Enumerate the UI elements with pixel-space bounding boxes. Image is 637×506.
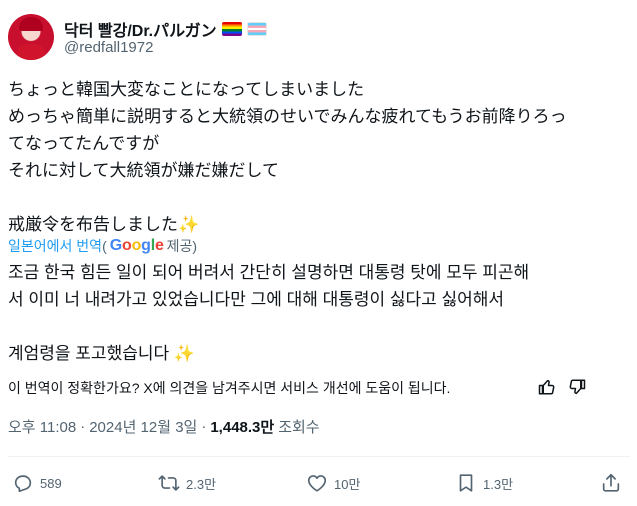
meta-separator: · [80, 418, 86, 435]
avatar[interactable] [8, 14, 54, 60]
bookmark-button[interactable]: 1.3만 [455, 468, 513, 498]
views-count[interactable]: 1,448.3만 [210, 416, 274, 437]
thumbs-down-icon[interactable] [566, 376, 588, 398]
views-label: 조회수 [278, 419, 320, 436]
repost-count: 2.3만 [186, 476, 217, 492]
tweet-translated-text: 조금 한국 힘든 일이 되어 버려서 간단히 설명하면 대통령 탓에 모두 피곤… [8, 259, 630, 367]
divider [8, 456, 630, 457]
action-bar: 589 2.3만 10만 1.3만 [0, 468, 637, 498]
like-count: 10만 [334, 476, 361, 492]
provider-suffix: 제공) [166, 238, 198, 254]
translated-from-link[interactable]: 일본어에서 번역 [8, 236, 102, 256]
post-time[interactable]: 오후 11:08 [8, 416, 76, 437]
rainbow-flag-icon [221, 22, 242, 36]
bookmark-count: 1.3만 [483, 476, 514, 492]
repost-button[interactable]: 2.3만 [158, 468, 216, 498]
tweet-meta: 오후 11:08 · 2024년 12월 3일 · 1,448.3만 조회수 [8, 416, 320, 437]
thumbs-up-icon[interactable] [536, 376, 558, 398]
share-button[interactable] [600, 468, 622, 498]
repost-icon [158, 475, 180, 491]
sparkle-icon: ✨ [173, 344, 196, 363]
like-button[interactable]: 10만 [306, 468, 360, 498]
avatar-hat [19, 17, 43, 31]
name-row: 닥터 빨강/Dr.パルガン [64, 17, 267, 41]
translation-attribution: 일본어에서 번역 ( Google 제공) [8, 236, 197, 256]
reply-button[interactable]: 589 [12, 468, 62, 498]
sparkle-icon: ✨ [178, 215, 200, 234]
tweet-original-text: ちょっと韓国大変なことになってしまいました めっちゃ簡単に説明すると大統領のせい… [8, 76, 630, 238]
user-handle[interactable]: @redfall1972 [64, 39, 153, 56]
feedback-question: 이 번역이 정확한가요? X에 의견을 남겨주시면 서비스 개선에 도움이 됩니… [8, 380, 451, 396]
provider-open-paren: ( [102, 238, 107, 254]
meta-separator: · [201, 418, 207, 435]
heart-icon [307, 475, 327, 492]
reply-count: 589 [40, 475, 62, 491]
share-icon [602, 473, 620, 492]
bookmark-icon [459, 474, 473, 492]
trans-flag-icon [246, 22, 267, 36]
display-name[interactable]: 닥터 빨강/Dr.パルガン [64, 17, 217, 41]
reply-icon [14, 475, 32, 493]
google-logo: Google [109, 237, 164, 254]
tweet-header: 닥터 빨강/Dr.パルガン @redfall1972 [8, 14, 628, 62]
avatar-body [17, 44, 45, 60]
translation-feedback: 이 번역이 정확한가요? X에 의견을 남겨주시면 서비스 개선에 도움이 됩니… [8, 376, 630, 400]
post-date[interactable]: 2024년 12월 3일 [89, 416, 197, 437]
original-text-body: ちょっと韓国大変なことになってしまいました めっちゃ簡単に説明すると大統領のせい… [8, 80, 567, 234]
translated-text-body: 조금 한국 힘든 일이 되어 버려서 간단히 설명하면 대통령 탓에 모두 피곤… [8, 263, 530, 363]
